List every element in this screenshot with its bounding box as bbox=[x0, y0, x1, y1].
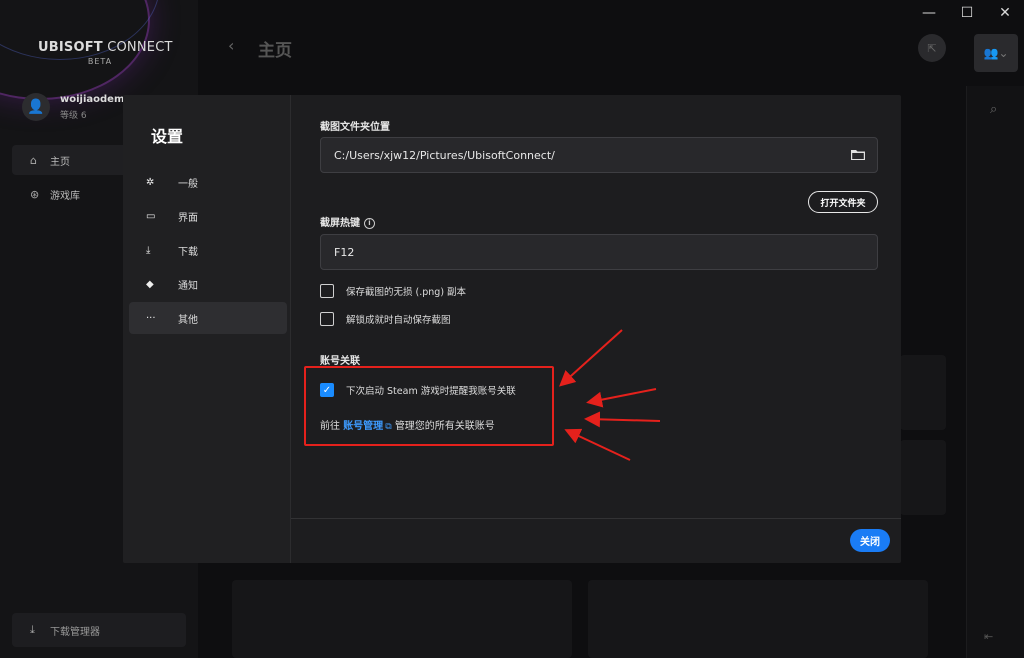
settings-menu-download[interactable]: ⤓ 下载 bbox=[129, 234, 287, 266]
monitor-icon: ▭ bbox=[146, 210, 156, 222]
account-link-header: 账号关联 bbox=[320, 356, 360, 367]
logo-sub-text: BETA bbox=[87, 57, 113, 66]
download-manager-button[interactable]: ⤓ 下载管理器 bbox=[12, 613, 186, 647]
share-button[interactable]: ⇱ bbox=[918, 34, 946, 62]
auto-save-label: 解锁成就时自动保存截图 bbox=[346, 315, 451, 326]
right-rail bbox=[966, 86, 1024, 658]
gear-icon: ✲ bbox=[146, 176, 155, 188]
user-level: 等级 6 bbox=[60, 110, 87, 121]
hotkey-label-text: 截屏热键 bbox=[320, 218, 360, 229]
more-icon: ··· bbox=[146, 312, 156, 324]
friends-icon: 👥⌄ bbox=[983, 46, 1009, 60]
sidebar-item-label: 游戏库 bbox=[50, 190, 80, 202]
settings-sidebar: 设置 ✲ 一般 ▭ 界面 ⤓ 下载 ◆ 通知 ··· 其他 bbox=[123, 95, 291, 563]
auto-save-option[interactable]: 解锁成就时自动保存截图 bbox=[320, 312, 451, 326]
screenshot-folder-value: C:/Users/xjw12/Pictures/UbisoftConnect/ bbox=[334, 148, 555, 162]
window-controls: — ☐ ✕ bbox=[910, 0, 1024, 26]
footer-divider bbox=[291, 518, 901, 519]
download-icon: ⤓ bbox=[146, 244, 151, 256]
settings-menu-label: 界面 bbox=[178, 212, 198, 224]
back-arrow-icon[interactable]: ‹ bbox=[228, 36, 234, 55]
settings-menu: ✲ 一般 ▭ 界面 ⤓ 下载 ◆ 通知 ··· 其他 bbox=[129, 166, 287, 336]
settings-menu-interface[interactable]: ▭ 界面 bbox=[129, 200, 287, 232]
settings-menu-label: 通知 bbox=[178, 280, 198, 292]
folder-icon[interactable] bbox=[851, 149, 865, 160]
sidebar-item-label: 主页 bbox=[50, 156, 70, 168]
close-button[interactable]: 关闭 bbox=[850, 529, 890, 552]
annotation-highlight-box bbox=[304, 366, 554, 446]
save-png-label: 保存截图的无损 (.png) 副本 bbox=[346, 287, 467, 298]
minimize-icon: — bbox=[922, 5, 936, 21]
settings-menu-label: 其他 bbox=[178, 314, 198, 326]
close-icon: ✕ bbox=[999, 5, 1011, 21]
hotkey-value: F12 bbox=[334, 245, 355, 259]
logo-bold-text: UBISOFT bbox=[38, 40, 103, 55]
minimize-button[interactable]: — bbox=[910, 0, 948, 26]
settings-title: 设置 bbox=[151, 127, 184, 146]
username: woijiaodema bbox=[60, 93, 132, 105]
avatar[interactable]: 👤 bbox=[22, 93, 50, 121]
home-icon: ⌂ bbox=[30, 153, 37, 167]
background-card bbox=[588, 580, 928, 658]
user-profile[interactable]: 👤 woijiaodema 等级 6 bbox=[22, 93, 131, 121]
gamepad-icon: ⊛ bbox=[30, 187, 40, 201]
settings-menu-label: 下载 bbox=[178, 246, 198, 258]
screenshot-folder-field[interactable]: C:/Users/xjw12/Pictures/UbisoftConnect/ bbox=[320, 137, 878, 173]
share-icon: ⇱ bbox=[927, 41, 937, 55]
hotkey-label: 截屏热键 i bbox=[320, 214, 375, 229]
app-logo: UBISOFT CONNECT BETA bbox=[38, 40, 172, 66]
search-icon[interactable]: ⌕ bbox=[990, 102, 997, 117]
background-card bbox=[900, 440, 946, 515]
save-png-option[interactable]: 保存截图的无损 (.png) 副本 bbox=[320, 284, 466, 298]
user-icon: 👤 bbox=[27, 99, 45, 115]
settings-menu-general[interactable]: ✲ 一般 bbox=[129, 166, 287, 198]
save-png-checkbox[interactable] bbox=[320, 284, 334, 298]
screenshot-folder-label: 截图文件夹位置 bbox=[320, 122, 390, 133]
info-icon[interactable]: i bbox=[364, 217, 375, 229]
open-folder-button[interactable]: 打开文件夹 bbox=[808, 191, 878, 213]
maximize-icon: ☐ bbox=[960, 5, 974, 21]
bell-icon: ◆ bbox=[146, 278, 154, 290]
settings-menu-notifications[interactable]: ◆ 通知 bbox=[129, 268, 287, 300]
page-title: 主页 bbox=[258, 41, 292, 61]
settings-menu-label: 一般 bbox=[178, 178, 198, 190]
auto-save-checkbox[interactable] bbox=[320, 312, 334, 326]
friends-button[interactable]: 👥⌄ bbox=[974, 34, 1018, 72]
maximize-button[interactable]: ☐ bbox=[948, 0, 986, 26]
download-icon: ⤓ bbox=[30, 623, 35, 636]
collapse-icon[interactable]: ⇤ bbox=[984, 630, 993, 643]
hotkey-field[interactable]: F12 bbox=[320, 234, 878, 270]
settings-menu-other[interactable]: ··· 其他 bbox=[129, 302, 287, 334]
background-card bbox=[900, 355, 946, 430]
background-card bbox=[232, 580, 572, 658]
close-window-button[interactable]: ✕ bbox=[986, 0, 1024, 26]
download-manager-label: 下载管理器 bbox=[50, 626, 100, 638]
settings-modal: 设置 ✲ 一般 ▭ 界面 ⤓ 下载 ◆ 通知 ··· 其他 截图文件夹位置 C:… bbox=[123, 95, 901, 563]
logo-light-text: CONNECT bbox=[107, 40, 173, 55]
